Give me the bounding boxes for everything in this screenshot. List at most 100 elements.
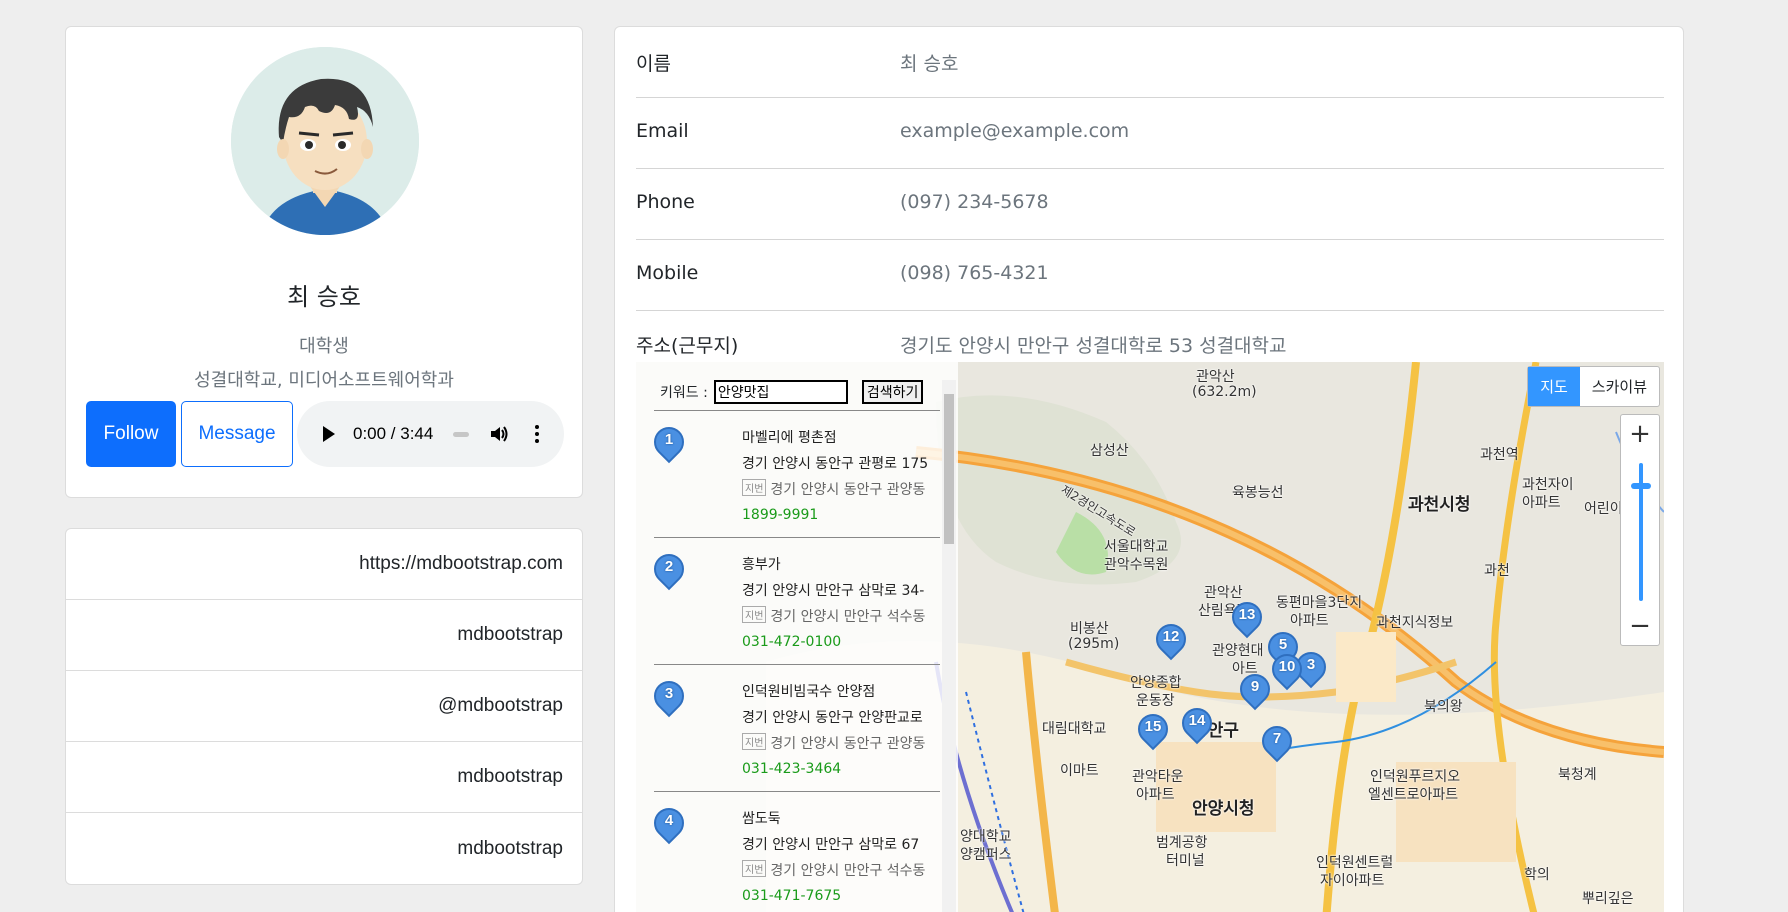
more-options-icon[interactable]	[535, 425, 540, 443]
map-type-roadmap[interactable]: 지도	[1528, 367, 1580, 406]
avatar	[231, 47, 419, 235]
place-name: 흥부가	[742, 557, 781, 573]
map-label: 양대학교	[960, 829, 1012, 845]
map-label: 대림대학교	[1042, 721, 1107, 737]
info-card: 이름 최 승호 Email example@example.com Phone …	[614, 26, 1684, 912]
map-label: 과천자이	[1522, 477, 1574, 493]
profile-name: 최 승호	[287, 283, 361, 311]
place-name: 인덕원비빔국수 안양점	[742, 684, 876, 700]
map-label: 인덕원푸르지오	[1370, 769, 1461, 785]
info-value-address: 경기도 안양시 만안구 성결대학로 53 성결대학교	[900, 335, 1287, 357]
map-label: 관악산	[1196, 369, 1235, 385]
info-label-address: 주소(근무지)	[636, 335, 739, 357]
info-value-mobile: (098) 765-4321	[900, 262, 1049, 284]
map-marker[interactable]: 9	[1233, 667, 1277, 716]
link-website[interactable]: https://mdbootstrap.com	[66, 529, 582, 600]
map-label: 북청계	[1558, 767, 1597, 783]
link-instagram[interactable]: mdbootstrap	[66, 742, 582, 813]
list-item[interactable]: 1 마벨리에 평촌점 경기 안양시 동안구 관평로 175 지번 경기 안양시 동…	[647, 410, 940, 537]
map-label: 북의왕	[1424, 699, 1463, 715]
zoom-slider-handle[interactable]	[1631, 483, 1651, 489]
link-facebook[interactable]: mdbootstrap	[66, 813, 582, 884]
map-marker[interactable]: 10	[1265, 647, 1309, 696]
info-row-name: 이름 최 승호	[636, 27, 1664, 98]
map-label: 이마트	[1060, 763, 1099, 779]
audio-progress-bar[interactable]	[453, 431, 470, 437]
map-label: 관악타운	[1132, 769, 1184, 785]
map-label: 서울대학교	[1104, 539, 1169, 555]
map-label: 터미널	[1166, 853, 1205, 869]
place-address: 경기 안양시 만안구 삼막로 67	[742, 837, 920, 853]
message-button[interactable]: Message	[181, 401, 293, 467]
place-phone: 031-472-0100	[742, 634, 842, 650]
map-label: 양캠퍼스	[960, 847, 1012, 863]
map-label: 어린이	[1584, 501, 1623, 517]
info-value-name: 최 승호	[900, 53, 959, 75]
place-phone: 1899-9991	[742, 507, 819, 523]
zoom-in-button[interactable]: +	[1621, 419, 1659, 449]
map-label: 관악산	[1204, 585, 1243, 601]
keyword-input[interactable]	[713, 380, 848, 404]
info-label-mobile: Mobile	[636, 262, 699, 284]
list-item[interactable]: 3 인덕원비빔국수 안양점 경기 안양시 동안구 안양판교로 지번 경기 안양시 …	[647, 664, 940, 791]
scrollbar[interactable]	[942, 380, 956, 912]
list-item[interactable]: 2 흥부가 경기 안양시 만안구 삼막로 34- 지번 경기 안양시 만안구 석수…	[647, 537, 940, 664]
map-type-skyview[interactable]: 스카이뷰	[1580, 367, 1659, 406]
search-panel: 키워드 : 검색하기 1 마벨리에 평촌점 경기 안양시 동안구 관평로 175…	[636, 362, 958, 912]
place-address: 경기 안양시 만안구 삼막로 34-	[742, 583, 925, 599]
map-label: 운동장	[1136, 693, 1175, 709]
map-label: 엘센트로아파트	[1368, 787, 1459, 803]
profile-school: 성결대학교, 미디어소프트웨어학과	[194, 370, 454, 391]
map-label: 과천역	[1480, 447, 1519, 463]
links-card: https://mdbootstrap.com mdbootstrap @mdb…	[65, 528, 583, 885]
map-label: (295m)	[1068, 636, 1120, 652]
scrollbar-thumb[interactable]	[944, 394, 954, 544]
zoom-out-button[interactable]: −	[1621, 611, 1659, 641]
place-list: 1 마벨리에 평촌점 경기 안양시 동안구 관평로 175 지번 경기 안양시 동…	[647, 410, 940, 912]
info-label-email: Email	[636, 120, 689, 142]
map-marker: 3	[647, 674, 691, 723]
map-label: 범계공항	[1156, 835, 1208, 851]
map-label: 과천	[1484, 563, 1510, 579]
map-label: 자이아파트	[1320, 873, 1385, 889]
avatar-illustration	[231, 47, 419, 235]
map-marker[interactable]: 13	[1225, 595, 1269, 644]
map-marker: 2	[647, 547, 691, 596]
map-label: 인덕원센트럴	[1316, 855, 1394, 871]
keyword-search-row: 키워드 : 검색하기	[660, 380, 924, 404]
info-row-mobile: Mobile (098) 765-4321	[636, 240, 1664, 311]
follow-button[interactable]: Follow	[86, 401, 176, 467]
info-row-phone: Phone (097) 234-5678	[636, 169, 1664, 240]
map-view[interactable]: 관악산 (632.2m) 삼성산 육봉능선 과천시청 과천자이 아파트 과천역 …	[636, 362, 1664, 912]
search-button[interactable]: 검색하기	[861, 380, 924, 404]
map-label: 안양시청	[1192, 799, 1255, 819]
map-label: 아파트	[1290, 613, 1329, 629]
link-github[interactable]: mdbootstrap	[66, 600, 582, 671]
place-name: 쌈도둑	[742, 811, 781, 827]
map-label: 아파트	[1136, 787, 1175, 803]
play-icon[interactable]	[323, 426, 335, 442]
info-value-phone: (097) 234-5678	[900, 191, 1049, 213]
map-label: 안양종합	[1130, 675, 1182, 691]
map-marker[interactable]: 15	[1131, 707, 1175, 756]
list-item[interactable]: 4 쌈도둑 경기 안양시 만안구 삼막로 67 지번 경기 안양시 만안구 석수동…	[647, 791, 940, 912]
map-label: 과천지식정보	[1376, 615, 1454, 631]
place-phone: 031-471-7675	[742, 888, 842, 904]
map-label: 동편마을3단지	[1276, 595, 1363, 611]
audio-player: 0:00 / 3:44	[297, 401, 564, 467]
place-jibun: 지번 경기 안양시 만안구 석수동	[742, 860, 940, 880]
volume-icon[interactable]	[489, 424, 509, 444]
map-label: 관악수목원	[1104, 557, 1169, 573]
link-twitter[interactable]: @mdbootstrap	[66, 671, 582, 742]
place-phone: 031-423-3464	[742, 761, 842, 777]
map-marker[interactable]: 14	[1175, 701, 1219, 750]
map-marker: 4	[647, 801, 691, 850]
info-row-email: Email example@example.com	[636, 98, 1664, 169]
place-name: 마벨리에 평촌점	[742, 430, 837, 446]
info-label-name: 이름	[636, 53, 671, 75]
map-marker[interactable]: 7	[1255, 719, 1299, 768]
map-marker: 1	[647, 420, 691, 469]
map-marker[interactable]: 12	[1149, 617, 1193, 666]
map-label: 아파트	[1522, 495, 1561, 511]
info-value-email: example@example.com	[900, 120, 1130, 142]
